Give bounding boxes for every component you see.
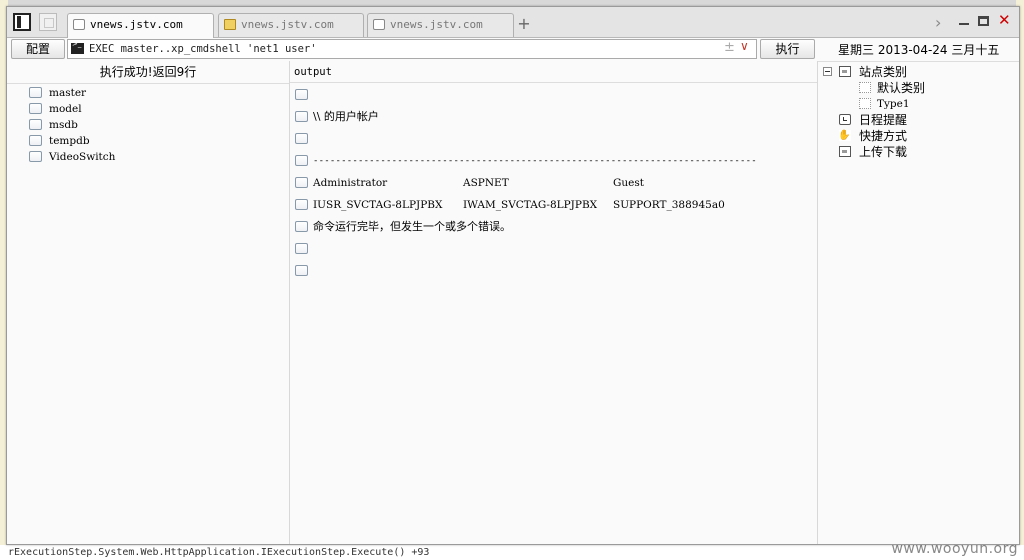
close-icon[interactable]: ✕: [998, 11, 1011, 29]
list-item[interactable]: VideoSwitch: [29, 149, 115, 165]
checkbox[interactable]: [295, 265, 308, 276]
list-item[interactable]: master: [29, 85, 115, 101]
list-item[interactable]: msdb: [29, 117, 115, 133]
list-item[interactable]: tempdb: [29, 133, 115, 149]
folder-icon: [224, 19, 236, 30]
tree-node-type1[interactable]: Type1: [823, 96, 1013, 112]
command-input[interactable]: EXEC master..xp_cmdshell 'net1 user' ± ∨: [67, 39, 757, 59]
side-panel: 星期三 2013-04-24 三月十五 站点类别 默认类别 Type1 日程提醒: [818, 38, 1019, 544]
tree-label: 快捷方式: [859, 129, 908, 143]
checkbox[interactable]: [295, 221, 308, 232]
tree-label: 默认类别: [877, 81, 926, 95]
tab-title: vnews.jstv.com: [241, 18, 334, 31]
tree-node-shortcuts[interactable]: 快捷方式: [823, 128, 1013, 144]
database-name: tempdb: [49, 135, 90, 147]
config-button[interactable]: 配置: [11, 39, 65, 59]
user-cell: SUPPORT_388945a0: [613, 199, 725, 211]
clock-icon: [839, 114, 851, 125]
tree-node-schedule[interactable]: 日程提醒: [823, 112, 1013, 128]
database-list: master model msdb tempdb VideoSwitch: [29, 85, 115, 165]
checkbox[interactable]: [295, 89, 308, 100]
tree-node-default-category[interactable]: 默认类别: [823, 80, 1013, 96]
background-stack-trace-text: rExecutionStep.System.Web.HttpApplicatio…: [8, 547, 430, 558]
database-name: master: [49, 87, 87, 99]
tree-label: 上传下载: [859, 145, 908, 159]
tab-title: vnews.jstv.com: [390, 18, 483, 31]
chevron-down-icon[interactable]: ∨: [740, 39, 749, 53]
database-name: model: [49, 103, 82, 115]
checkbox[interactable]: [295, 111, 308, 122]
hand-icon: [838, 128, 851, 144]
database-pane: 执行成功!返回9行 master model msdb tempdb Video…: [7, 61, 290, 544]
checkbox[interactable]: [29, 151, 42, 162]
database-name: VideoSwitch: [49, 151, 116, 163]
tree-label: 站点类别: [859, 65, 908, 79]
new-tab-button[interactable]: +: [517, 15, 531, 33]
row-text: \\ 的用户帐户: [313, 110, 379, 123]
tree-view: 站点类别 默认类别 Type1 日程提醒 快捷方式 上传下载: [823, 64, 1013, 160]
page-icon: [73, 19, 85, 30]
result-status: 执行成功!返回9行: [7, 61, 289, 84]
minimize-icon[interactable]: [959, 23, 969, 25]
list-item[interactable]: model: [29, 101, 115, 117]
tree-node-site-category[interactable]: 站点类别: [823, 64, 1013, 80]
database-name: msdb: [49, 119, 78, 131]
tree-node-upload-download[interactable]: 上传下载: [823, 144, 1013, 160]
tab-strip: vnews.jstv.com vnews.jstv.com vnews.jstv…: [7, 7, 1019, 38]
tab-vnews-3[interactable]: vnews.jstv.com: [367, 13, 514, 37]
tab-vnews-1[interactable]: vnews.jstv.com: [67, 13, 214, 38]
execute-button[interactable]: 执行: [760, 39, 815, 59]
sidebar-toggle-icon[interactable]: [13, 13, 31, 31]
user-cell: IUSR_SVCTAG-8LPJPBX: [313, 199, 443, 211]
row-text: 命令运行完毕，但发生一个或多个错误。: [313, 220, 511, 233]
checkbox[interactable]: [29, 135, 42, 146]
user-cell: Administrator: [313, 177, 388, 189]
tree-label: Type1: [877, 98, 910, 110]
checkbox[interactable]: [29, 87, 42, 98]
app-window: vnews.jstv.com vnews.jstv.com vnews.jstv…: [6, 6, 1020, 545]
date-display: 星期三 2013-04-24 三月十五: [838, 43, 1000, 57]
tree-label: 日程提醒: [859, 113, 908, 127]
user-cell: IWAM_SVCTAG-8LPJPBX: [463, 199, 598, 211]
checkbox[interactable]: [295, 199, 308, 210]
tab-title: vnews.jstv.com: [90, 18, 183, 31]
user-cell: Guest: [613, 177, 644, 189]
user-cell: ASPNET: [463, 177, 509, 189]
blank-page-icon[interactable]: [39, 13, 57, 31]
plus-minus-icon[interactable]: ±: [724, 40, 735, 55]
checkbox[interactable]: [295, 133, 308, 144]
maximize-icon[interactable]: [978, 16, 989, 26]
checkbox[interactable]: [295, 177, 308, 188]
row-text: ----------------------------------------…: [313, 156, 757, 166]
output-pane: output \\ 的用户帐户 ------------------------…: [290, 61, 818, 544]
output-column-header: output: [290, 61, 817, 83]
page-icon: [373, 19, 385, 30]
upload-icon: [839, 146, 851, 157]
command-bar: 配置 EXEC master..xp_cmdshell 'net1 user' …: [7, 38, 817, 60]
command-text: EXEC master..xp_cmdshell 'net1 user': [89, 43, 317, 55]
checkbox[interactable]: [295, 155, 308, 166]
category-icon: [839, 66, 851, 77]
item-icon: [859, 98, 871, 109]
checkbox[interactable]: [295, 243, 308, 254]
terminal-icon: [71, 40, 84, 54]
chevron-right-icon[interactable]: ›: [935, 13, 941, 32]
item-icon: [859, 82, 871, 93]
divider: [818, 61, 1019, 62]
checkbox[interactable]: [29, 119, 42, 130]
tab-vnews-2[interactable]: vnews.jstv.com: [218, 13, 364, 37]
checkbox[interactable]: [29, 103, 42, 114]
collapse-icon[interactable]: [823, 67, 832, 76]
